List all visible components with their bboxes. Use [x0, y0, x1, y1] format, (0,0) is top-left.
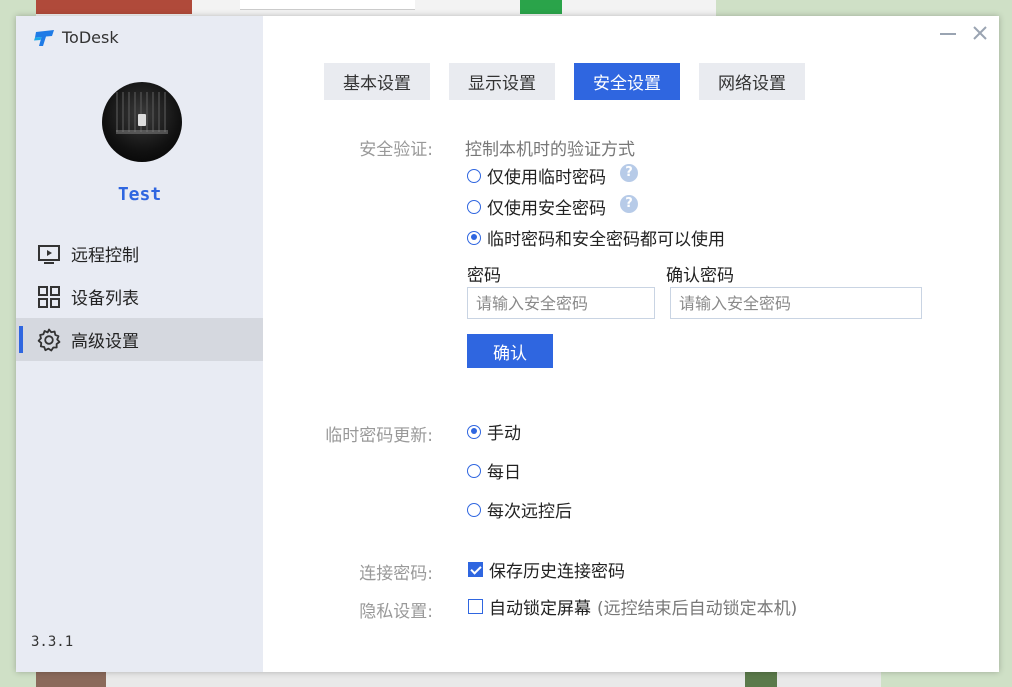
- gear-icon: [37, 328, 61, 351]
- checkbox[interactable]: [468, 599, 483, 614]
- tab-security-settings[interactable]: 安全设置: [574, 63, 680, 100]
- background-app-green-block: [520, 0, 562, 14]
- radio-button[interactable]: [467, 424, 481, 439]
- sidebar-item-device-list[interactable]: 设备列表: [16, 275, 263, 318]
- sidebar-item-remote-control[interactable]: 远程控制: [16, 232, 263, 275]
- confirm-password-input[interactable]: [670, 287, 922, 319]
- app-name: ToDesk: [62, 28, 119, 47]
- confirm-password-label: 确认密码: [666, 266, 734, 286]
- radio-both-passwords[interactable]: 临时密码和安全密码都可以使用: [467, 225, 725, 250]
- radio-button[interactable]: [467, 463, 481, 478]
- main-panel: 基本设置 显示设置 安全设置 网络设置 安全验证: 控制本机时的验证方式 仅使用…: [263, 16, 999, 672]
- verification-method-description: 控制本机时的验证方式: [465, 140, 635, 160]
- close-icon[interactable]: [971, 24, 989, 42]
- tab-display-settings[interactable]: 显示设置: [449, 63, 555, 100]
- minimize-icon[interactable]: [939, 24, 957, 42]
- sidebar-item-label: 高级设置: [71, 332, 139, 352]
- security-verification-label: 安全验证:: [359, 140, 433, 160]
- radio-label: 每日: [487, 463, 521, 483]
- checkbox-auto-lock-screen[interactable]: 自动锁定屏幕 (远控结束后自动锁定本机): [468, 594, 797, 619]
- avatar-phone-graphic: [138, 114, 146, 126]
- window-controls: [939, 24, 989, 42]
- background-app-white-block: [240, 0, 415, 10]
- device-list-icon: [38, 285, 60, 308]
- radio-update-manual[interactable]: 手动: [467, 419, 521, 444]
- sidebar: ToDesk Test 远程控制 设备列表 高级设置 3.3.1: [16, 16, 263, 672]
- avatar-background-pattern: [116, 92, 168, 132]
- help-icon[interactable]: ?: [620, 163, 638, 182]
- radio-update-daily[interactable]: 每日: [467, 458, 521, 483]
- username: Test: [117, 184, 162, 205]
- app-version: 3.3.1: [31, 634, 74, 650]
- checkbox-save-history-password[interactable]: 保存历史连接密码: [468, 557, 625, 582]
- radio-label: 每次远控后: [487, 502, 572, 522]
- sidebar-item-label: 远程控制: [71, 246, 139, 266]
- auto-lock-note: (远控结束后自动锁定本机): [597, 599, 798, 619]
- checkbox[interactable]: [468, 562, 483, 577]
- privacy-settings-label: 隐私设置:: [359, 602, 433, 622]
- tab-network-settings[interactable]: 网络设置: [699, 63, 805, 100]
- avatar-caption-graphic: [116, 130, 168, 134]
- sidebar-nav: 远程控制 设备列表 高级设置: [16, 232, 263, 361]
- radio-label: 临时密码和安全密码都可以使用: [487, 230, 725, 250]
- sidebar-item-label: 设备列表: [71, 289, 139, 309]
- checkbox-label: 自动锁定屏幕: [489, 599, 591, 619]
- radio-button[interactable]: [467, 502, 481, 517]
- settings-tabs: 基本设置 显示设置 安全设置 网络设置: [324, 63, 805, 100]
- todesk-logo-icon: [34, 29, 54, 46]
- password-label: 密码: [467, 266, 501, 286]
- radio-button[interactable]: [467, 199, 481, 214]
- todesk-window: ToDesk Test 远程控制 设备列表 高级设置 3.3.1 基本设置 显示…: [16, 16, 999, 672]
- background-app-red-block: [36, 0, 192, 14]
- background-bottom-image: [36, 672, 106, 687]
- radio-temp-password-only[interactable]: 仅使用临时密码 ?: [467, 163, 638, 188]
- radio-button[interactable]: [467, 230, 481, 245]
- radio-label: 仅使用安全密码: [487, 199, 606, 219]
- radio-update-after-each-remote[interactable]: 每次远控后: [467, 497, 572, 522]
- password-input[interactable]: [467, 287, 655, 319]
- brand: ToDesk: [34, 28, 119, 47]
- radio-button[interactable]: [467, 168, 481, 183]
- temp-password-update-label: 临时密码更新:: [325, 426, 433, 446]
- tab-basic-settings[interactable]: 基本设置: [324, 63, 430, 100]
- background-bottom-right-image: [745, 672, 777, 687]
- sidebar-item-advanced-settings[interactable]: 高级设置: [16, 318, 263, 361]
- help-icon[interactable]: ?: [620, 194, 638, 213]
- radio-security-password-only[interactable]: 仅使用安全密码 ?: [467, 194, 638, 219]
- confirm-button[interactable]: 确认: [467, 334, 553, 368]
- radio-label: 仅使用临时密码: [487, 168, 606, 188]
- checkbox-label: 保存历史连接密码: [489, 562, 625, 582]
- avatar[interactable]: [102, 82, 182, 162]
- connect-password-label: 连接密码:: [359, 564, 433, 584]
- radio-label: 手动: [487, 424, 521, 444]
- remote-control-icon: [38, 244, 60, 264]
